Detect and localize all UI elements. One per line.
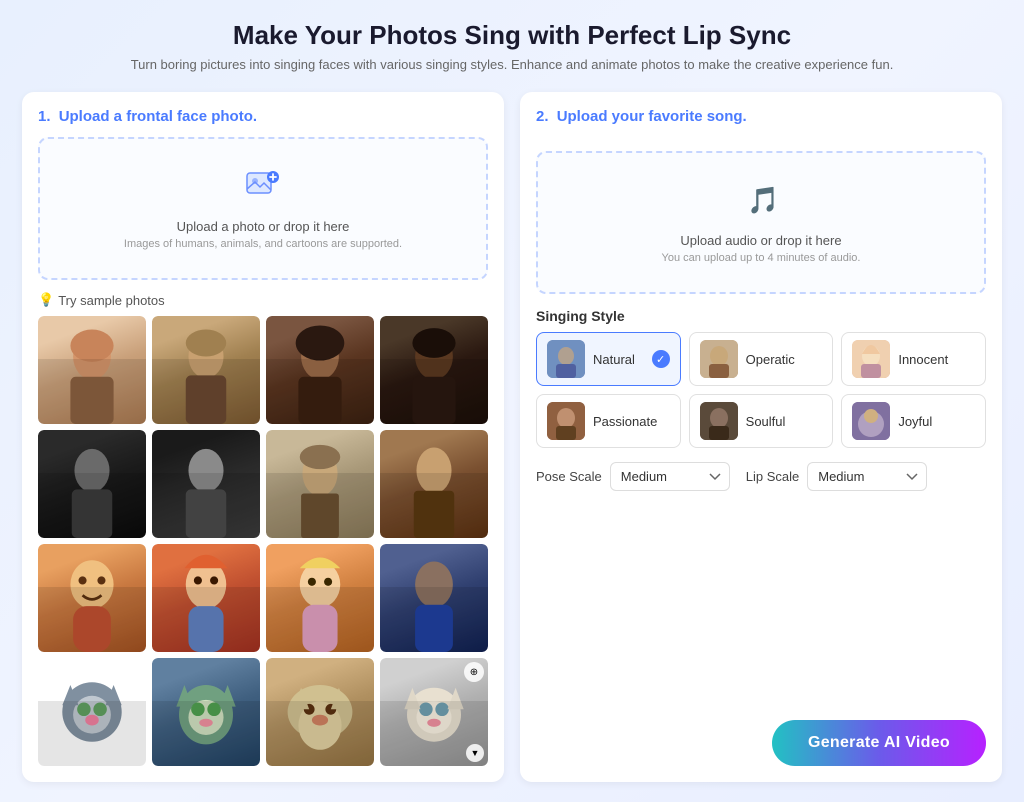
pose-scale-label: Pose Scale <box>536 469 602 484</box>
scale-row: Pose Scale Small Medium Large Lip Scale … <box>536 462 986 491</box>
audio-upload-zone[interactable]: 🎵 Upload audio or drop it here You can u… <box>536 151 986 294</box>
sample-photo-16[interactable]: ⊕ ▼ <box>380 658 488 766</box>
style-passionate[interactable]: Passionate <box>536 394 681 448</box>
sample-photo-13[interactable] <box>38 658 146 766</box>
style-operatic-name: Operatic <box>746 352 823 367</box>
style-innocent[interactable]: Innocent <box>841 332 986 386</box>
photo-upload-sub-text: Images of humans, animals, and cartoons … <box>124 238 402 250</box>
style-soulful-name: Soulful <box>746 414 823 429</box>
singing-style-section: Singing Style Natural ✓ <box>536 308 986 448</box>
lip-scale-select[interactable]: Small Medium Large <box>807 462 927 491</box>
audio-upload-main-text: Upload audio or drop it here <box>680 233 841 248</box>
sample-photo-3[interactable] <box>266 316 374 424</box>
sample-photo-11[interactable] <box>266 544 374 652</box>
lip-scale-group: Lip Scale Small Medium Large <box>746 462 927 491</box>
style-soulful-thumb <box>700 402 738 440</box>
photo-upload-icon <box>245 167 281 211</box>
style-natural[interactable]: Natural ✓ <box>536 332 681 386</box>
sample-emoji: 💡 <box>38 292 54 308</box>
generate-btn-row: Generate AI Video <box>536 710 986 766</box>
style-joyful[interactable]: Joyful <box>841 394 986 448</box>
style-innocent-name: Innocent <box>898 352 975 367</box>
sample-photo-14[interactable] <box>152 658 260 766</box>
pose-scale-group: Pose Scale Small Medium Large <box>536 462 730 491</box>
photo-upload-zone[interactable]: Upload a photo or drop it here Images of… <box>38 137 488 280</box>
page-subtitle: Turn boring pictures into singing faces … <box>20 57 1004 72</box>
lip-scale-label: Lip Scale <box>746 469 799 484</box>
style-passionate-thumb <box>547 402 585 440</box>
style-operatic-thumb <box>700 340 738 378</box>
style-natural-check: ✓ <box>652 350 670 368</box>
pose-scale-select[interactable]: Small Medium Large <box>610 462 730 491</box>
sample-photo-7[interactable] <box>266 430 374 538</box>
sample-photo-4[interactable] <box>380 316 488 424</box>
style-natural-name: Natural <box>593 352 644 367</box>
style-innocent-thumb <box>852 340 890 378</box>
sample-photo-12[interactable] <box>380 544 488 652</box>
sample-photo-5[interactable] <box>38 430 146 538</box>
sample-photo-2[interactable] <box>152 316 260 424</box>
sample-photos-label: 💡 Try sample photos <box>38 292 488 308</box>
generate-ai-video-button[interactable]: Generate AI Video <box>772 720 986 766</box>
sample-photo-8[interactable] <box>380 430 488 538</box>
style-operatic[interactable]: Operatic <box>689 332 834 386</box>
sample-photo-9[interactable] <box>38 544 146 652</box>
sample-photo-15[interactable] <box>266 658 374 766</box>
photo-upload-main-text: Upload a photo or drop it here <box>177 219 350 234</box>
singing-style-grid: Natural ✓ Operatic <box>536 332 986 448</box>
singing-style-label: Singing Style <box>536 308 986 324</box>
style-joyful-name: Joyful <box>898 414 975 429</box>
upload-photo-panel: 1. Upload a frontal face photo. Upload a… <box>22 92 504 782</box>
style-natural-thumb <box>547 340 585 378</box>
sample-photo-grid: ⊕ ▼ <box>38 316 488 766</box>
step-1-number: 1. <box>38 108 51 125</box>
step-2-number: 2. <box>536 108 549 125</box>
audio-upload-icon: 🎵 <box>743 181 779 225</box>
upload-audio-title: 2. Upload your favorite song. <box>536 108 986 125</box>
page-title: Make Your Photos Sing with Perfect Lip S… <box>20 20 1004 51</box>
style-joyful-thumb <box>852 402 890 440</box>
upload-audio-label: Upload your favorite song. <box>557 108 747 125</box>
svg-text:🎵: 🎵 <box>747 185 779 215</box>
style-passionate-name: Passionate <box>593 414 670 429</box>
sample-photo-10[interactable] <box>152 544 260 652</box>
upload-photo-title: 1. Upload a frontal face photo. <box>38 108 488 125</box>
upload-photo-label: Upload a frontal face photo. <box>59 108 257 125</box>
audio-upload-sub-text: You can upload up to 4 minutes of audio. <box>662 252 861 264</box>
sample-photo-1[interactable] <box>38 316 146 424</box>
upload-audio-panel: 2. Upload your favorite song. 🎵 Upload a… <box>520 92 1002 782</box>
sample-photo-6[interactable] <box>152 430 260 538</box>
style-soulful[interactable]: Soulful <box>689 394 834 448</box>
